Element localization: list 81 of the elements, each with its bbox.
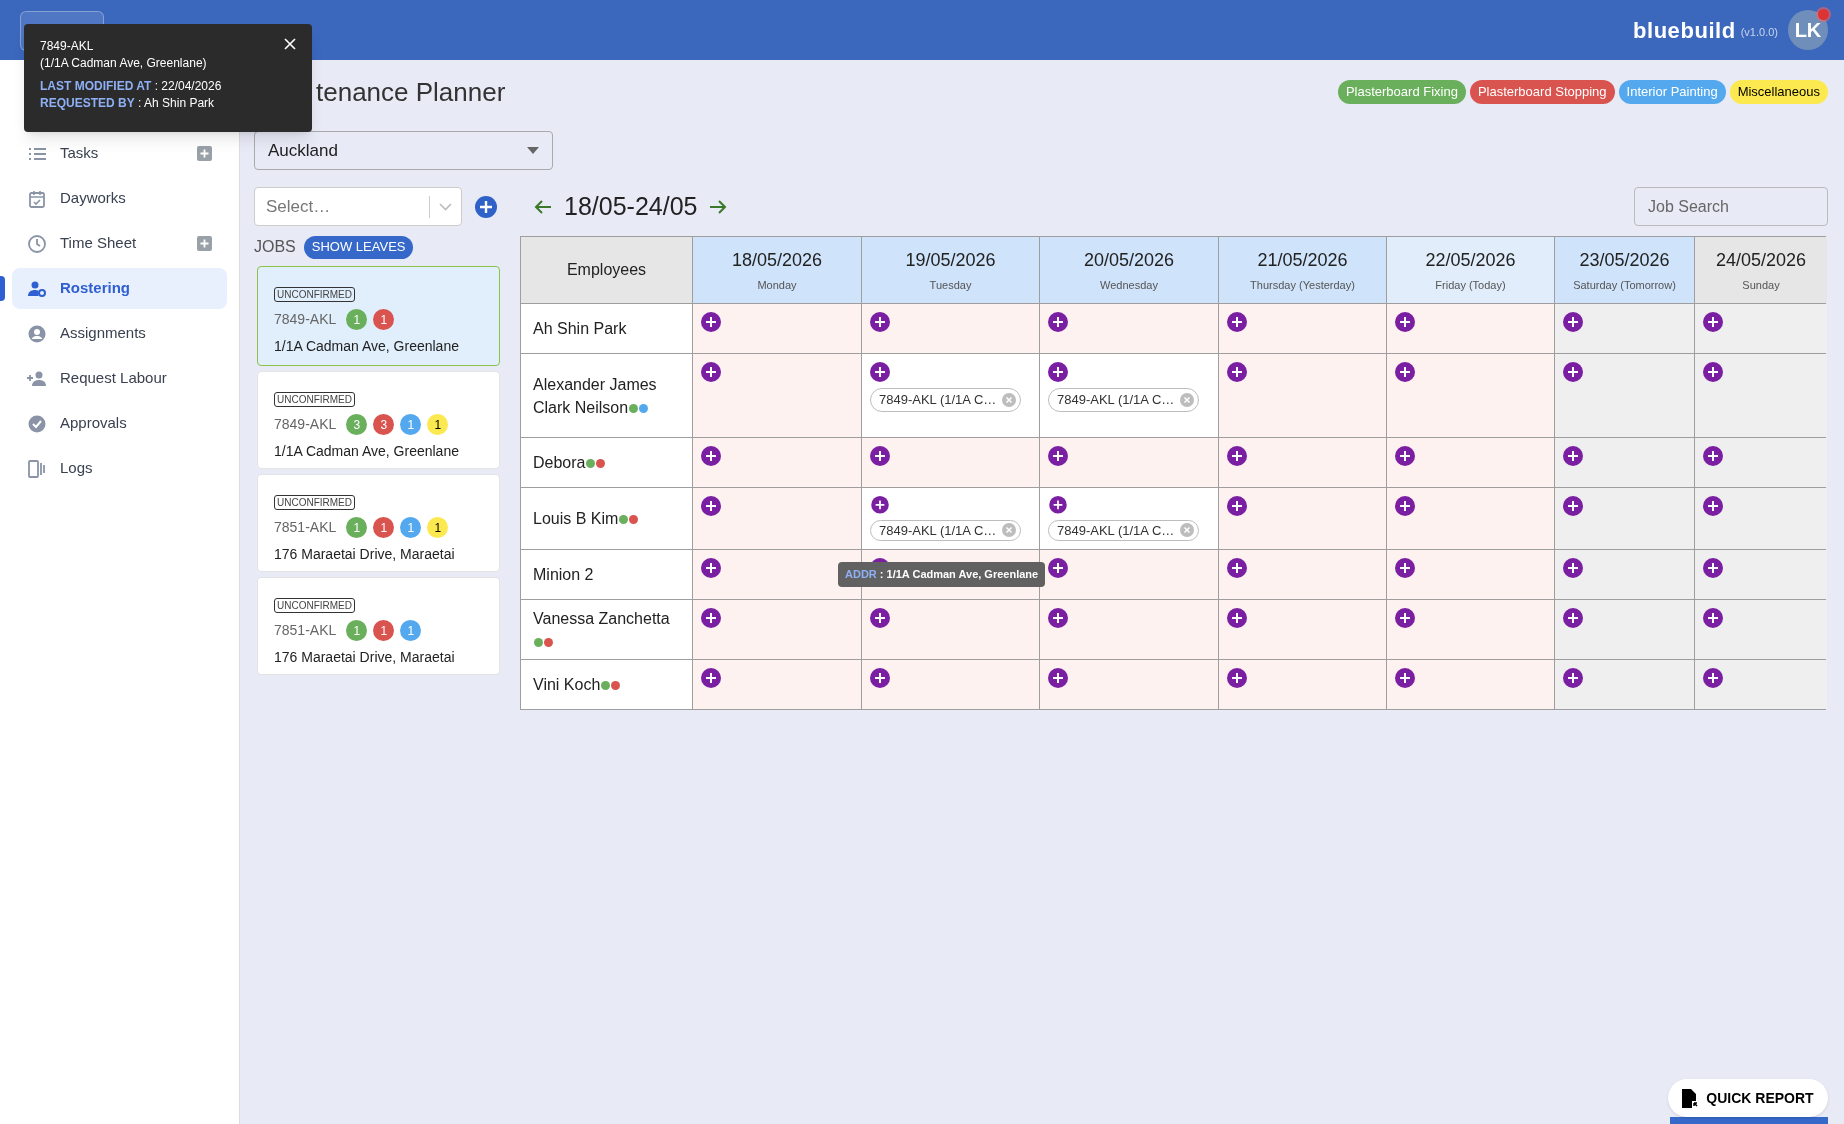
sidebar-item[interactable]: Dayworks — [12, 178, 227, 219]
job-search-field[interactable]: Job Search — [1634, 187, 1828, 226]
column-day: Friday (Today) — [1435, 276, 1506, 294]
count-badge: 1 — [427, 517, 449, 538]
sidebar-item[interactable]: Logs — [12, 448, 227, 489]
tooltip-subtitle: (1/1A Cadman Ave, Greenlane) — [40, 55, 208, 72]
category-tag: Miscellaneous — [1729, 80, 1828, 104]
column-day: Tuesday — [929, 276, 972, 294]
sidebar-item[interactable]: Assignments — [12, 313, 227, 354]
jobs-label: JOBS — [254, 237, 296, 257]
tooltip-field: LAST MODIFIED AT : 22/04/2026 — [40, 78, 312, 95]
tooltip-title: 7849-AKL — [40, 38, 94, 55]
category-tag: Plasterboard Fixing — [1337, 80, 1466, 104]
show-leaves-button[interactable]: SHOW LEAVES — [303, 235, 414, 259]
quick-report-button[interactable]: QUICK REPORT — [1668, 1079, 1828, 1117]
job-select[interactable]: Select… — [254, 187, 462, 226]
job-address: 1/1A Cadman Ave, Greenlane — [274, 442, 460, 461]
job-card[interactable]: UNCONFIRMED 7851-AKL 1 1 1 1 176 Maraetai Drive, Maraetai — [257, 474, 500, 572]
column-date: 23/05/2026 — [1579, 248, 1670, 272]
employee-name: Vanessa Zanchetta — [533, 609, 670, 627]
job-address: 176 Maraetai Drive, Maraetai — [274, 648, 456, 667]
count-badge: 1 — [400, 620, 422, 641]
status-label: UNCONFIRMED — [274, 287, 355, 302]
column-day: Thursday (Yesterday) — [1250, 276, 1355, 294]
count-badge: 1 — [346, 309, 368, 330]
job-code: 7851-AKL — [274, 518, 337, 537]
job-card[interactable]: UNCONFIRMED 7851-AKL 1 1 1 176 Maraetai Drive, Maraetai — [257, 577, 500, 675]
employee-name: Vini Koch — [533, 676, 601, 693]
schedule-cell[interactable]: 7849-AKL (1/1A C… — [1040, 354, 1218, 437]
count-badge: 1 — [373, 517, 395, 538]
employee-name: Debora — [533, 454, 586, 471]
sidebar-item[interactable]: Rostering — [12, 268, 227, 309]
category-tag: Interior Painting — [1618, 80, 1726, 104]
employee-name: Ah Shin Park — [533, 320, 627, 337]
schedule-cell[interactable]: 7849-AKL (1/1A C… — [1040, 488, 1218, 549]
brand-name: bluebuild — [1633, 16, 1736, 45]
column-date: 22/05/2026 — [1425, 248, 1516, 272]
category-tag: Plasterboard Stopping — [1469, 80, 1615, 104]
sidebar-item[interactable]: Request Labour — [12, 358, 227, 399]
column-day: Saturday (Tomorrow) — [1573, 276, 1676, 294]
count-badge: 1 — [346, 620, 368, 641]
count-badge: 1 — [400, 414, 422, 435]
job-code: 7849-AKL — [274, 415, 337, 434]
column-day: Wednesday — [1100, 276, 1158, 294]
column-date: 19/05/2026 — [905, 248, 996, 272]
column-date: 20/05/2026 — [1083, 248, 1175, 272]
schedule-cell[interactable]: 7849-AKL (1/1A C… — [862, 488, 1039, 549]
status-label: UNCONFIRMED — [274, 598, 355, 613]
count-badge: 3 — [373, 414, 395, 435]
job-card[interactable]: UNCONFIRMED 7849-AKL 3 3 1 1 1/1A Cadman Ave, Greenlane — [257, 371, 500, 469]
count-badge: 1 — [373, 309, 395, 330]
column-date: 24/05/2026 — [1715, 248, 1807, 272]
job-card[interactable]: UNCONFIRMED 7849-AKL 1 1 1/1A Cadman Ave, Greenlane — [257, 266, 500, 366]
employee-name: Louis B Kim — [533, 510, 619, 527]
job-address: 1/1A Cadman Ave, Greenlane — [274, 337, 460, 356]
column-day: Monday — [757, 276, 797, 294]
column-date: 18/05/2026 — [731, 248, 823, 272]
sidebar-item[interactable]: Tasks — [12, 133, 227, 174]
tooltip-field: REQUESTED BY : Ah Shin Park — [40, 95, 312, 112]
status-label: UNCONFIRMED — [274, 392, 355, 407]
status-label: UNCONFIRMED — [274, 495, 355, 510]
count-badge: 3 — [346, 414, 368, 435]
page-title: tenance Planner — [316, 75, 506, 109]
job-code: 7851-AKL — [274, 621, 337, 640]
count-badge: 1 — [373, 620, 395, 641]
employee-name: Minion 2 — [533, 566, 594, 583]
schedule-cell[interactable]: 7849-AKL (1/1A C… — [862, 354, 1039, 437]
job-address: 176 Maraetai Drive, Maraetai — [274, 545, 456, 564]
count-badge: 1 — [427, 414, 449, 435]
week-range: 18/05-24/05 — [564, 190, 698, 222]
address-tooltip: ADDR : 1/1A Cadman Ave, Greenlane — [838, 562, 1046, 587]
column-date: 21/05/2026 — [1257, 248, 1348, 272]
column-day: Sunday — [1742, 276, 1780, 294]
job-code: 7849-AKL — [274, 310, 337, 329]
sidebar-item[interactable]: Time Sheet — [12, 223, 227, 264]
count-badge: 1 — [346, 517, 368, 538]
employee-name: Alexander James Clark Neilson — [533, 375, 657, 416]
version-label: (v1.0.0) — [1740, 25, 1778, 41]
column-header: Employees — [521, 237, 692, 303]
sidebar-item[interactable]: Approvals — [12, 403, 227, 444]
count-badge: 1 — [400, 517, 422, 538]
